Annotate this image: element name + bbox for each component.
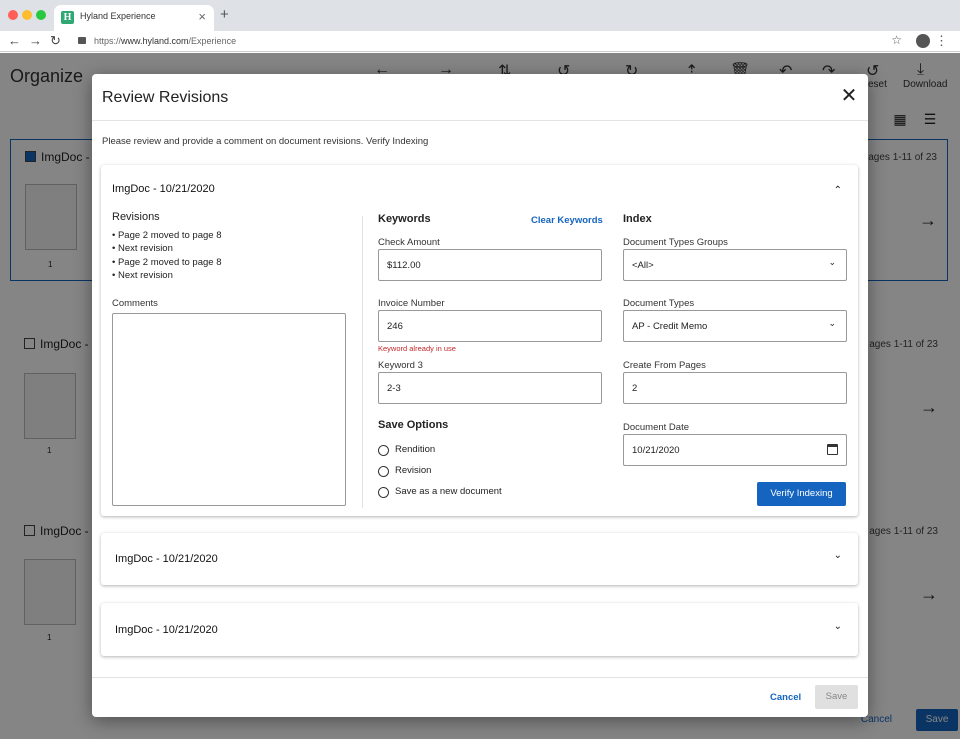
browser-menu-icon[interactable]: ⋮	[935, 33, 948, 49]
revision-card-expanded: ImgDoc - 10/21/2020 ⌃ Revisions Page 2 m…	[101, 165, 858, 516]
browser-chrome: H Hyland Experience × + ← → ↻ https://ww…	[0, 0, 960, 52]
tab-close-icon[interactable]: ×	[198, 9, 206, 24]
url-field[interactable]: https://www.hyland.com/Experience	[78, 34, 236, 49]
create-from-pages-field[interactable]: 2	[623, 372, 847, 404]
revisions-list: Page 2 moved to page 8 Next revision Pag…	[112, 229, 222, 282]
forward-arrow-icon[interactable]: →	[29, 33, 42, 48]
doc-types-label: Document Types	[623, 298, 695, 309]
list-item: Page 2 moved to page 8	[112, 256, 222, 269]
calendar-icon[interactable]	[827, 444, 838, 455]
list-item: Next revision	[112, 242, 222, 255]
revision-card-collapsed[interactable]: ImgDoc - 10/21/2020 ⌄	[101, 603, 858, 656]
keywords-heading: Keywords	[378, 213, 431, 225]
invoice-number-label: Invoice Number	[378, 298, 445, 309]
bookmark-star-icon[interactable]: ☆	[891, 33, 902, 47]
verify-indexing-button[interactable]: Verify Indexing	[757, 482, 846, 506]
minimize-window-button[interactable]	[22, 10, 32, 20]
list-item: Next revision	[112, 269, 222, 282]
rendition-radio[interactable]	[378, 445, 389, 456]
check-amount-label: Check Amount	[378, 237, 440, 248]
doc-types-select[interactable]: AP - Credit Memo ⌄	[623, 310, 847, 342]
modal-description: Please review and provide a comment on d…	[102, 136, 429, 147]
document-date-value: 10/21/2020	[632, 444, 680, 456]
document-date-label: Document Date	[623, 422, 690, 433]
address-bar: ← → ↻ https://www.hyland.com/Experience …	[0, 31, 960, 52]
keyword3-field[interactable]: 2-3	[378, 372, 602, 404]
chevron-down-icon[interactable]: ⌄	[834, 621, 842, 632]
modal-title: Review Revisions	[102, 89, 229, 106]
divider	[92, 120, 868, 121]
lock-icon	[78, 37, 86, 45]
save-button[interactable]: Save	[815, 685, 858, 709]
doc-types-value: AP - Credit Memo	[632, 320, 708, 332]
comments-label: Comments	[112, 298, 158, 309]
save-new-document-radio[interactable]	[378, 487, 389, 498]
document-date-field[interactable]: 10/21/2020	[623, 434, 847, 466]
save-options-heading: Save Options	[378, 419, 449, 431]
review-revisions-modal: Review Revisions ✕ Please review and pro…	[92, 74, 868, 717]
comments-textarea[interactable]	[112, 313, 346, 506]
card-title: ImgDoc - 10/21/2020	[115, 624, 218, 636]
list-item: Page 2 moved to page 8	[112, 229, 222, 242]
keyword3-label: Keyword 3	[378, 360, 423, 371]
cancel-button[interactable]: Cancel	[770, 692, 801, 703]
save-new-document-label[interactable]: Save as a new document	[395, 486, 502, 497]
chevron-down-icon[interactable]: ⌄	[834, 550, 842, 561]
clear-keywords-link[interactable]: Clear Keywords	[531, 215, 603, 226]
invoice-error-message: Keyword already in use	[378, 344, 456, 353]
maximize-window-button[interactable]	[36, 10, 46, 20]
close-window-button[interactable]	[8, 10, 18, 20]
reload-icon[interactable]: ↻	[50, 33, 61, 49]
rendition-label[interactable]: Rendition	[395, 444, 435, 455]
tab-bar: H Hyland Experience × +	[0, 0, 960, 31]
invoice-number-field[interactable]: 246	[378, 310, 602, 342]
index-heading: Index	[623, 213, 652, 225]
card-title: ImgDoc - 10/21/2020	[115, 553, 218, 565]
new-tab-icon[interactable]: +	[220, 6, 229, 23]
doc-type-groups-select[interactable]: <All> ⌄	[623, 249, 847, 281]
divider	[92, 677, 868, 678]
revision-label[interactable]: Revision	[395, 465, 431, 476]
check-amount-field[interactable]: $112.00	[378, 249, 602, 281]
back-arrow-icon[interactable]: ←	[8, 33, 21, 48]
chevron-up-icon[interactable]: ⌃	[834, 185, 842, 196]
browser-tab[interactable]: H Hyland Experience ×	[54, 5, 214, 31]
profile-avatar-icon[interactable]	[916, 34, 930, 48]
close-icon[interactable]: ✕	[840, 86, 858, 106]
chevron-down-icon: ⌄	[828, 318, 836, 328]
hyland-favicon-icon: H	[61, 11, 74, 24]
create-from-pages-label: Create From Pages	[623, 360, 706, 371]
tab-title: Hyland Experience	[80, 11, 156, 21]
chevron-down-icon: ⌄	[828, 257, 836, 267]
revision-card-collapsed[interactable]: ImgDoc - 10/21/2020 ⌄	[101, 533, 858, 585]
revision-radio[interactable]	[378, 466, 389, 477]
doc-type-groups-value: <All>	[632, 259, 654, 271]
doc-type-groups-label: Document Types Groups	[623, 237, 728, 248]
column-divider	[362, 216, 363, 508]
revisions-heading: Revisions	[112, 211, 160, 223]
card-title[interactable]: ImgDoc - 10/21/2020	[112, 183, 215, 195]
